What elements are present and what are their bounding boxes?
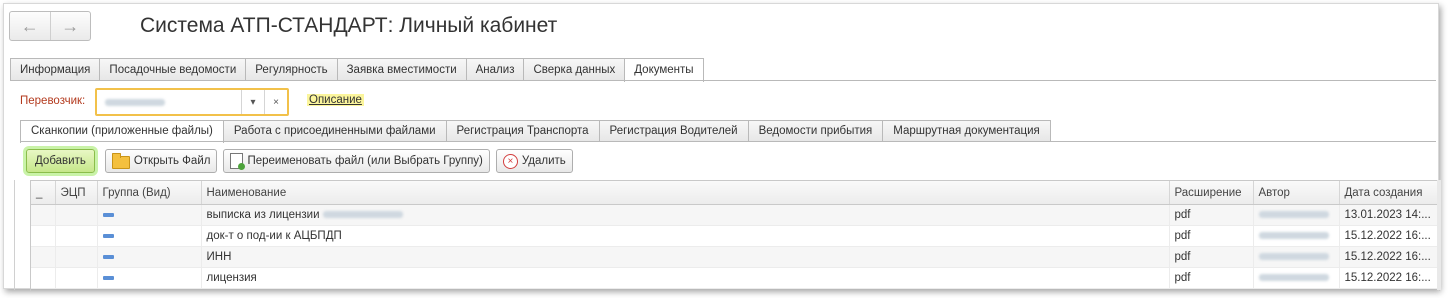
cell-marker [31, 246, 56, 268]
subtab-scans[interactable]: Сканкопии (приложенные файлы) [20, 120, 224, 143]
redacted-author [1258, 232, 1329, 239]
subtab-driver-registration[interactable]: Регистрация Водителей [598, 120, 749, 142]
tab-capacity-request[interactable]: Заявка вместимости [336, 58, 467, 81]
scrollbar[interactable] [1437, 180, 1441, 290]
back-arrow-icon[interactable]: ← [10, 12, 50, 40]
subtab-attached-files[interactable]: Работа с присоединенными файлами [222, 120, 447, 142]
cell-group [97, 225, 202, 247]
carrier-input[interactable]: ▾ × [95, 88, 289, 116]
table-row[interactable]: лицензия pdf 15.12.2022 16:... [31, 267, 1439, 289]
subtab-vehicle-registration[interactable]: Регистрация Транспорта [445, 120, 600, 142]
chevron-down-icon[interactable]: ▾ [241, 90, 264, 114]
col-group[interactable]: Группа (Вид) [97, 181, 202, 205]
tab-info[interactable]: Информация [10, 58, 101, 81]
subtab-route-docs[interactable]: Маршрутная документация [882, 120, 1051, 142]
table-row[interactable]: выписка из лицензии pdf 13.01.2023 14:..… [31, 204, 1439, 226]
cell-name: лицензия [201, 267, 1170, 289]
cell-marker [31, 225, 56, 247]
cell-signature [55, 267, 98, 289]
sub-tabs: Сканкопии (приложенные файлы) Работа с п… [20, 120, 1051, 143]
table-header: _ ЭЦП Группа (Вид) Наименование Расширен… [31, 181, 1439, 205]
forward-arrow-icon[interactable]: → [49, 12, 91, 40]
tab-data-reconciliation[interactable]: Сверка данных [523, 58, 626, 81]
delete-label: Удалить [521, 155, 566, 167]
cell-author [1253, 246, 1340, 268]
cell-extension: pdf [1169, 267, 1254, 289]
delete-button[interactable]: × Удалить [495, 149, 573, 173]
group-marker-icon [102, 275, 114, 280]
cell-name: док-т о под-ии к АЦБПДП [201, 225, 1170, 247]
rename-file-label: Переименовать файл (или Выбрать Группу) [247, 155, 483, 167]
cell-signature [55, 246, 98, 268]
toolbar: Добавить Открыть Файл Переименовать файл… [26, 148, 573, 174]
cell-name: ИНН [201, 246, 1170, 268]
cell-created: 15.12.2022 16:... [1339, 267, 1439, 289]
cell-created: 15.12.2022 16:... [1339, 225, 1439, 247]
tab-documents[interactable]: Документы [624, 58, 704, 82]
table-row[interactable]: ИНН pdf 15.12.2022 16:... [31, 246, 1439, 268]
col-author[interactable]: Автор [1253, 181, 1340, 205]
cell-extension: pdf [1169, 246, 1254, 268]
tab-divider [10, 80, 1436, 81]
add-button[interactable]: Добавить [26, 149, 95, 173]
cell-name: выписка из лицензии [201, 204, 1170, 226]
cell-group [97, 267, 202, 289]
delete-icon: × [502, 153, 518, 169]
tab-analysis[interactable]: Анализ [465, 58, 525, 81]
page-title: Система АТП-СТАНДАРТ: Личный кабинет [140, 14, 558, 37]
cell-author [1253, 267, 1340, 289]
cell-group [97, 246, 202, 268]
nav-buttons: ← → [9, 11, 91, 41]
subtab-divider [20, 141, 1436, 142]
cell-signature [55, 204, 98, 226]
cell-signature [55, 225, 98, 247]
table-row[interactable]: док-т о под-ии к АЦБПДП pdf 15.12.2022 1… [31, 225, 1439, 247]
cell-author [1253, 204, 1340, 226]
main-tabs: Информация Посадочные ведомости Регулярн… [10, 58, 704, 82]
files-table: _ ЭЦП Группа (Вид) Наименование Расширен… [30, 180, 1440, 291]
clear-icon[interactable]: × [264, 90, 287, 114]
carrier-value-redacted[interactable] [97, 90, 241, 114]
cell-group [97, 204, 202, 226]
group-marker-icon [102, 212, 114, 217]
col-marker[interactable]: _ [31, 181, 56, 205]
cell-extension: pdf [1169, 225, 1254, 247]
redacted-text [322, 211, 403, 218]
col-created[interactable]: Дата создания [1339, 181, 1439, 205]
tab-boarding-sheets[interactable]: Посадочные ведомости [99, 58, 247, 81]
redacted-author [1258, 274, 1329, 281]
cell-created: 13.01.2023 14:... [1339, 204, 1439, 226]
cell-marker [31, 267, 56, 289]
col-signature[interactable]: ЭЦП [55, 181, 98, 205]
folder-icon [111, 152, 130, 169]
col-extension[interactable]: Расширение [1169, 181, 1254, 205]
rename-file-button[interactable]: Переименовать файл (или Выбрать Группу) [223, 149, 490, 173]
cell-extension: pdf [1169, 204, 1254, 226]
redacted-text [105, 98, 165, 106]
open-file-label: Открыть Файл [133, 155, 211, 167]
col-name[interactable]: Наименование [201, 181, 1170, 205]
group-marker-icon [102, 254, 114, 259]
cell-marker [31, 204, 56, 226]
cell-author [1253, 225, 1340, 247]
open-file-button[interactable]: Открыть Файл [104, 149, 218, 173]
redacted-author [1258, 253, 1329, 260]
redacted-author [1258, 211, 1329, 218]
subtab-arrival-sheets[interactable]: Ведомости прибытия [747, 120, 884, 142]
description-link[interactable]: Описание [307, 94, 364, 106]
carrier-label: Перевозчик: [20, 95, 86, 107]
cell-created: 15.12.2022 16:... [1339, 246, 1439, 268]
group-marker-icon [102, 233, 114, 238]
document-edit-icon [230, 153, 246, 170]
grid-left-strip [14, 180, 31, 290]
add-button-label: Добавить [35, 155, 86, 167]
tab-regularity[interactable]: Регулярность [245, 58, 338, 81]
